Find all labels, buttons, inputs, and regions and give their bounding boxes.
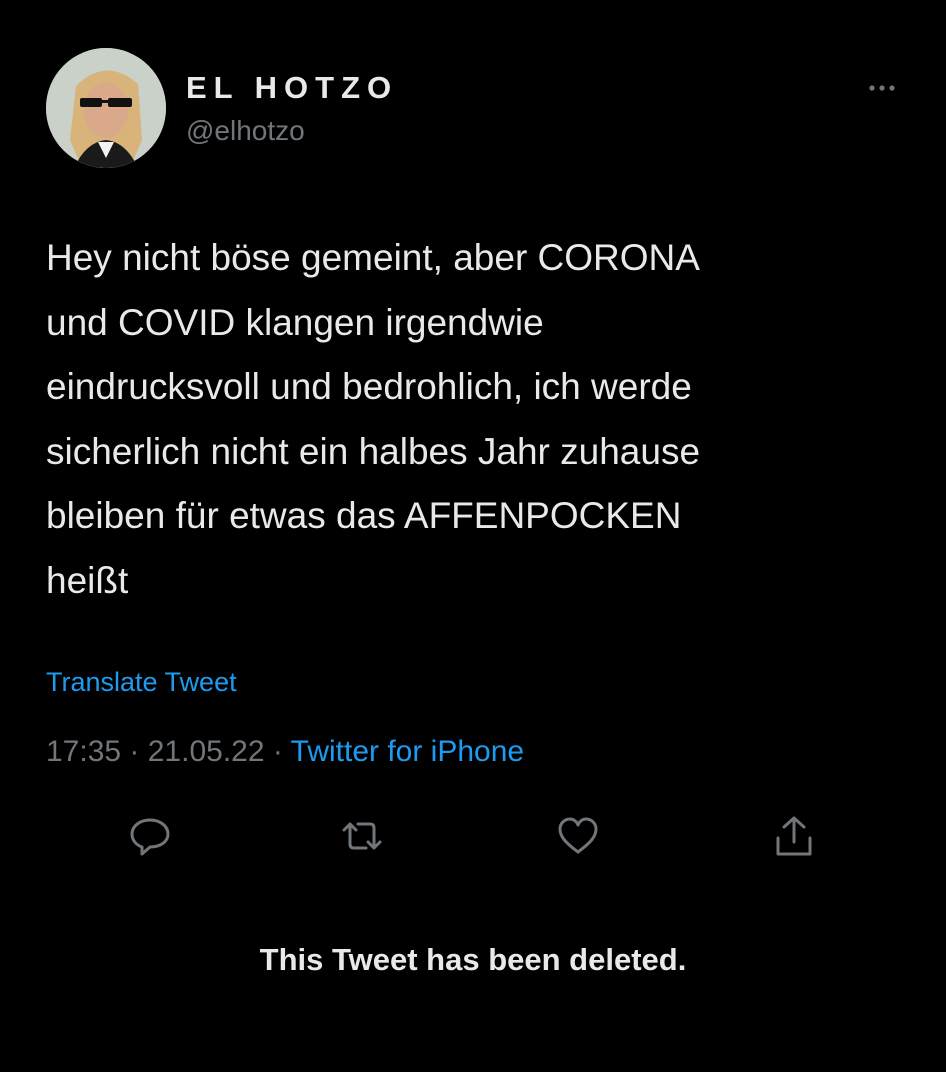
tweet-action-bar (0, 812, 946, 860)
tweet-text: Hey nicht böse gemeint, aber CORONA und … (46, 237, 701, 601)
meta-separator: · (121, 735, 148, 768)
share-icon[interactable] (770, 812, 818, 860)
tweet-time: 17:35 (46, 735, 122, 768)
deleted-tweet-notice: This Tweet has been deleted. (259, 942, 687, 977)
retweet-icon[interactable] (338, 812, 386, 860)
avatar-image (46, 48, 166, 168)
user-handle[interactable]: @elhotzo (186, 115, 305, 147)
tweet-date: 21.05.22 (147, 735, 265, 768)
meta-separator: · (264, 735, 291, 768)
like-icon[interactable] (554, 812, 602, 860)
display-name[interactable]: EL HOTZO (186, 70, 398, 106)
reply-icon[interactable] (126, 812, 174, 860)
tweet-source-link[interactable]: Twitter for iPhone (291, 735, 524, 768)
more-options-icon[interactable] (862, 76, 902, 100)
avatar[interactable] (46, 48, 166, 168)
translate-tweet-link[interactable]: Translate Tweet (46, 667, 237, 698)
tweet-metadata: 17:35 · 21.05.22 · Twitter for iPhone (46, 735, 524, 769)
